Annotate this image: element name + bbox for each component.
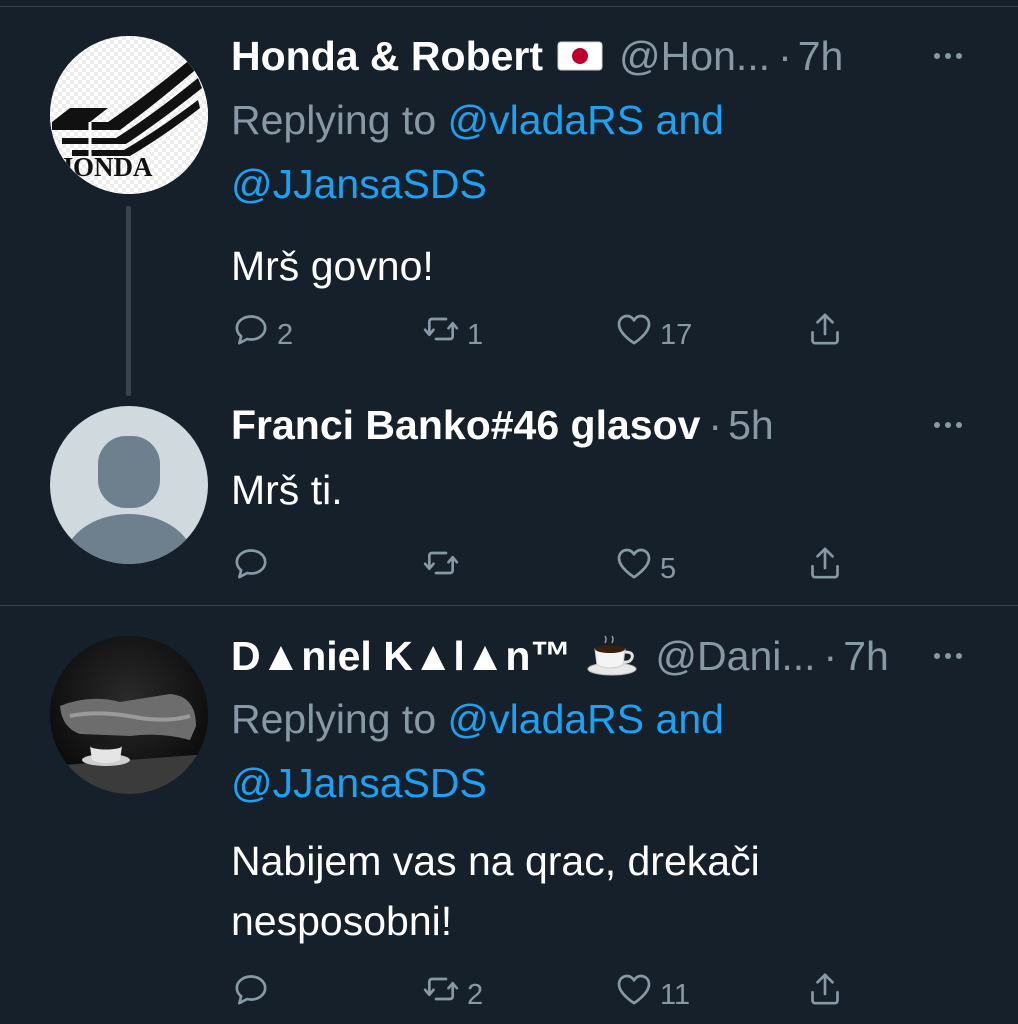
honda-logo: HONDA <box>50 36 208 194</box>
avatar-honda[interactable]: HONDA <box>50 36 208 194</box>
tweet-header: Honda & Robert @Hon... · 7h <box>231 31 998 81</box>
svg-text:HONDA: HONDA <box>52 152 153 182</box>
tweet-text-line: Nabijem vas na qrac, drekači <box>231 838 760 884</box>
tweet-text-line: nesposobni! <box>231 898 453 944</box>
reply-icon <box>235 975 267 1005</box>
like-button[interactable]: 5 <box>614 538 676 588</box>
retweet-count: 1 <box>467 318 484 351</box>
tweet-header: D▲niel K▲l▲n™ @Dani... · 7h <box>231 631 998 681</box>
replying-to: Replying to @vladaRS and <box>231 687 998 751</box>
like-count: 5 <box>660 552 677 585</box>
share-icon <box>811 313 839 345</box>
retweet-button[interactable]: 1 <box>421 304 483 354</box>
display-name[interactable]: D▲niel K▲l▲n™ <box>231 631 571 681</box>
replying-to: Replying to @vladaRS and <box>231 88 998 152</box>
coffee-icon <box>585 635 639 677</box>
retweet-button[interactable]: 2 <box>421 964 483 1014</box>
reply-icon <box>235 315 267 345</box>
heart-icon <box>617 314 651 345</box>
tweet-franci[interactable]: Franci Banko#46 glasov · 5h Mrš ti. 5 <box>0 380 1018 605</box>
more-options-icon[interactable] <box>928 31 968 81</box>
reply-icon <box>235 549 267 579</box>
timestamp[interactable]: 7h <box>843 631 889 681</box>
display-name[interactable]: Honda & Robert <box>231 31 543 81</box>
retweet-icon <box>423 977 459 1001</box>
retweet-count: 2 <box>467 978 484 1011</box>
heart-icon <box>617 548 651 579</box>
share-button[interactable] <box>805 538 845 588</box>
heart-icon <box>617 974 651 1005</box>
reply-count: 2 <box>277 318 294 351</box>
retweet-icon <box>423 551 459 575</box>
retweet-button[interactable] <box>421 538 467 588</box>
japan-flag-icon <box>557 39 603 73</box>
reply-button[interactable]: 2 <box>231 304 293 354</box>
like-count: 11 <box>660 978 691 1011</box>
tweet-honda[interactable]: HONDA Honda & Robert @Hon... · 7h Replyi… <box>0 0 1018 396</box>
share-button[interactable] <box>805 964 845 1014</box>
user-handle[interactable]: @Dani... <box>655 631 815 681</box>
reply-button[interactable] <box>231 964 277 1014</box>
like-button[interactable]: 17 <box>614 304 692 354</box>
share-icon <box>811 547 839 579</box>
share-button[interactable] <box>805 304 845 354</box>
mention-and[interactable]: and <box>656 696 724 742</box>
tweet-text: Nabijem vas na qrac, drekači nesposobni! <box>231 831 998 951</box>
like-count: 17 <box>660 318 693 351</box>
mention-link[interactable]: @vladaRS <box>448 97 645 143</box>
mention-link[interactable]: @JJansaSDS <box>231 161 487 207</box>
user-handle[interactable]: @Hon... <box>619 31 770 81</box>
display-name[interactable]: Franci Banko#46 glasov <box>231 400 700 450</box>
mention-and[interactable]: and <box>656 97 724 143</box>
separator-dot: · <box>708 402 723 448</box>
replying-prefix: Replying to <box>231 696 437 742</box>
separator-dot: · <box>823 633 838 679</box>
tweet-header: Franci Banko#46 glasov · 5h <box>231 400 998 450</box>
timestamp[interactable]: 5h <box>728 400 774 450</box>
tweet-daniel[interactable]: D▲niel K▲l▲n™ @Dani... · 7h Replying to … <box>0 606 1018 1024</box>
default-avatar-icon <box>63 436 195 564</box>
timestamp[interactable]: 7h <box>798 31 844 81</box>
more-options-icon[interactable] <box>928 631 968 681</box>
tweet-text: Mrš ti. <box>231 467 343 513</box>
thread-line <box>126 206 131 396</box>
separator-dot: · <box>778 33 792 79</box>
mention-link[interactable]: @vladaRS <box>448 696 645 742</box>
retweet-icon <box>423 317 459 341</box>
avatar-daniel[interactable] <box>50 636 208 794</box>
replying-prefix: Replying to <box>231 97 437 143</box>
coffee-photo-avatar <box>50 636 208 794</box>
tweet-text: Mrš govno! <box>231 243 434 289</box>
reply-button[interactable] <box>231 538 277 588</box>
more-options-icon[interactable] <box>928 400 968 450</box>
avatar-default[interactable] <box>50 406 208 564</box>
share-icon <box>811 973 839 1005</box>
like-button[interactable]: 11 <box>614 964 690 1014</box>
mention-link[interactable]: @JJansaSDS <box>231 760 487 806</box>
